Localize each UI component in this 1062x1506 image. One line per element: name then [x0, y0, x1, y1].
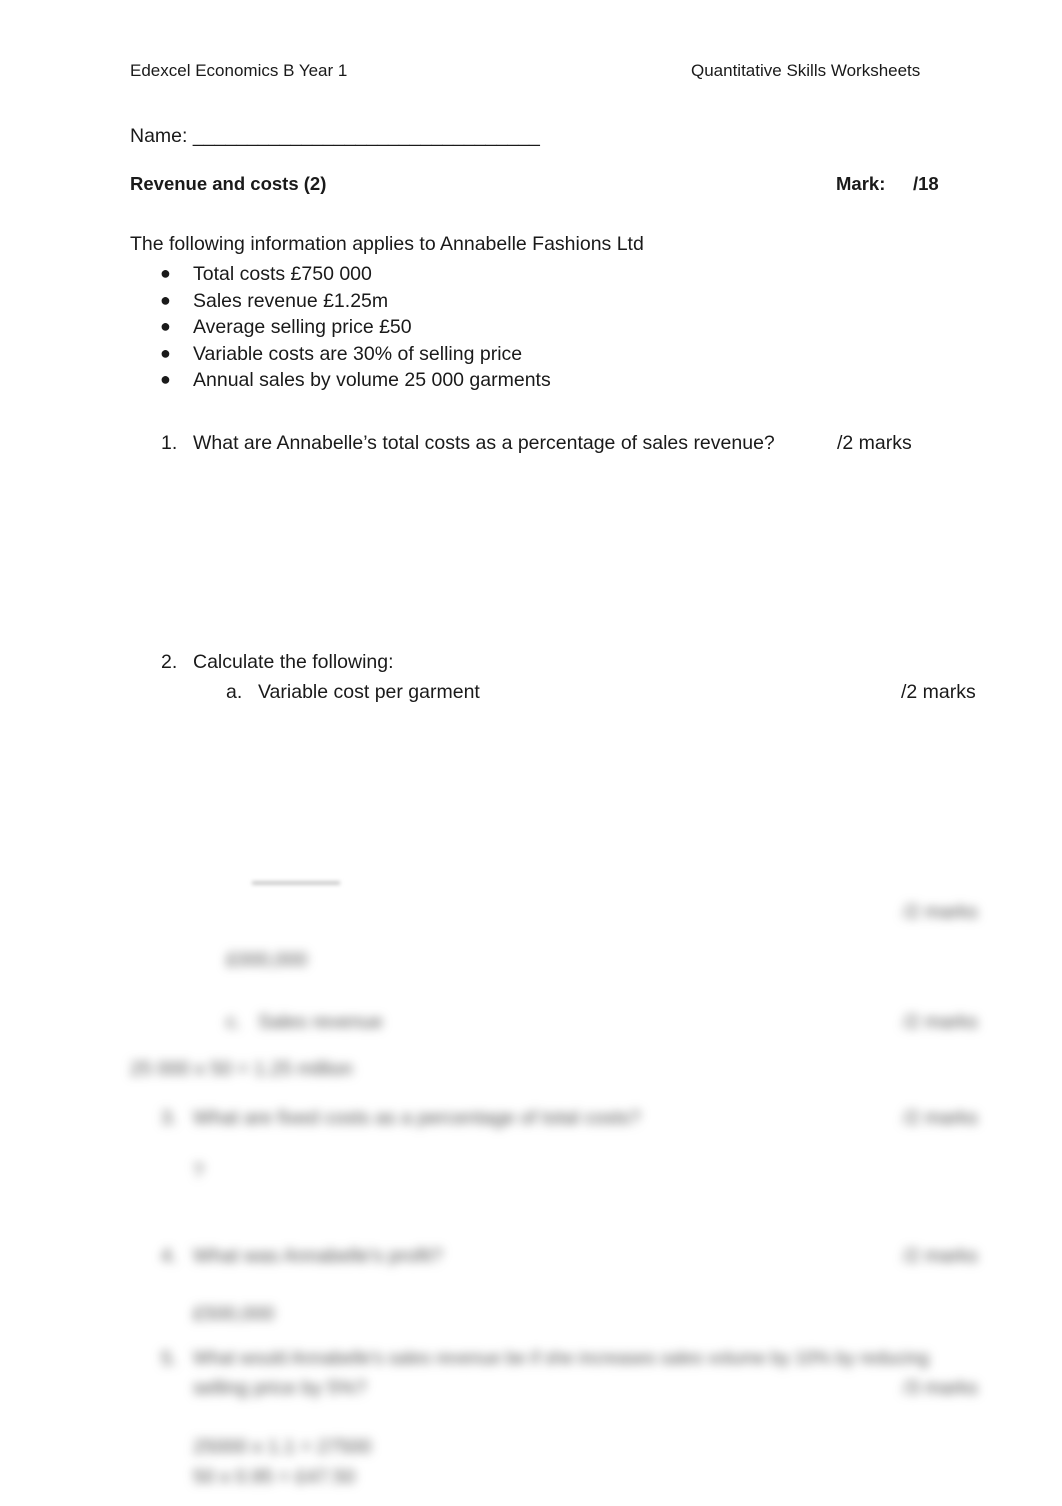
- mark-total: /18: [913, 173, 939, 194]
- question-2a-letter: a.: [226, 681, 243, 703]
- blurred-question-number: 4.: [161, 1245, 178, 1267]
- blurred-question-text: What would Annabelle's sales revenue be …: [193, 1348, 929, 1368]
- blurred-question-number: 5.: [161, 1348, 178, 1370]
- blurred-part-text: Sales revenue: [258, 1011, 383, 1033]
- blurred-question-number: 3.: [161, 1107, 178, 1129]
- mark-label: Mark:: [836, 173, 886, 194]
- bullet-icon: ●: [160, 263, 171, 283]
- header-left: Edexcel Economics B Year 1: [130, 61, 348, 80]
- name-blank: ________________________________: [192, 125, 540, 147]
- blurred-answer: 25 000 x 50 = 1.25 million: [130, 1058, 353, 1080]
- question-1-marks: /2 marks: [837, 432, 912, 454]
- name-label: Name:: [130, 125, 188, 147]
- blurred-answer: 25000 x 1.1 = 27500: [193, 1436, 372, 1458]
- bullet-icon: ●: [160, 369, 171, 389]
- blurred-answer: £500,000: [193, 1303, 275, 1325]
- question-2-number: 2.: [161, 651, 178, 673]
- question-1-text: What are Annabelle’s total costs as a pe…: [193, 432, 775, 454]
- blurred-marks: /3 marks: [903, 1377, 978, 1399]
- list-item: Annual sales by volume 25 000 garments: [193, 369, 551, 391]
- name-field[interactable]: Name: ________________________________: [130, 125, 540, 148]
- blurred-marks: /2 marks: [903, 901, 978, 923]
- header-right: Quantitative Skills Worksheets: [691, 61, 921, 80]
- list-item: Total costs £750 000: [193, 263, 372, 285]
- question-2-text: Calculate the following:: [193, 651, 394, 673]
- blurred-question-text: What are fixed costs as a percentage of …: [193, 1107, 641, 1129]
- blurred-question-text: What was Annabelle's profit?: [193, 1245, 443, 1267]
- intro-text: The following information applies to Ann…: [130, 233, 644, 255]
- blurred-part-letter: c.: [226, 1011, 242, 1033]
- blurred-answer: £000,000: [226, 949, 308, 971]
- bullet-icon: ●: [160, 343, 171, 363]
- blurred-answer: 50 x 0.95 = £47.50: [193, 1466, 356, 1488]
- question-2a-marks: /2 marks: [901, 681, 976, 703]
- list-item: Variable costs are 30% of selling price: [193, 343, 523, 365]
- bullet-icon: ●: [160, 290, 171, 310]
- list-item: Sales revenue £1.25m: [193, 290, 389, 312]
- blurred-marks: /2 marks: [903, 1107, 978, 1129]
- blurred-divider: [252, 882, 340, 884]
- blurred-marks: /2 marks: [903, 1011, 978, 1033]
- blurred-question-text: selling price by 5%?: [193, 1377, 367, 1399]
- blurred-answer: ?: [193, 1160, 204, 1182]
- bullet-icon: ●: [160, 316, 171, 336]
- worksheet-title: Revenue and costs (2): [130, 173, 327, 194]
- blurred-marks: /2 marks: [903, 1245, 978, 1267]
- list-item: Average selling price £50: [193, 316, 412, 338]
- question-2a-text: Variable cost per garment: [258, 681, 480, 703]
- question-1-number: 1.: [161, 432, 178, 454]
